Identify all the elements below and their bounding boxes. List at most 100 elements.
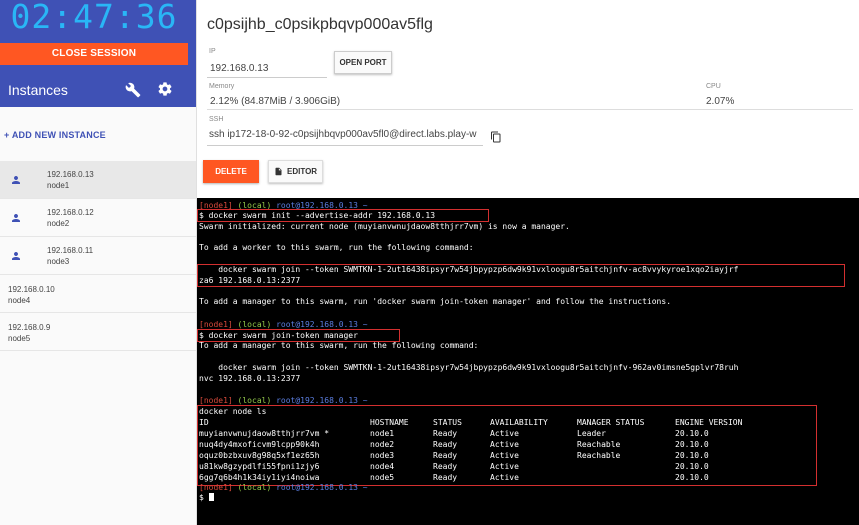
cell-id: nuq4dy4mxoficvm9lcpp90k4h — [199, 440, 320, 449]
cell-hostname: node2 — [370, 440, 395, 449]
cpu-value: 2.07% — [706, 96, 735, 107]
instance-ip: 192.168.0.12 — [47, 208, 94, 217]
prompt-user: root@192.168.0.13 ~ — [276, 320, 368, 329]
instance-hostname: node1 — [47, 181, 70, 190]
instance-list: 192.168.0.13 node1 192.168.0.12 node2 19… — [0, 161, 196, 351]
instance-hostname: node4 — [8, 296, 31, 305]
table-header-engine-version: ENGINE VERSION — [675, 418, 743, 427]
table-header-manager-status: MANAGER STATUS — [577, 418, 645, 427]
cell-status: Ready — [433, 451, 458, 460]
terminal-output: To add a manager to this swarm, run the … — [199, 341, 479, 350]
cell-engine-version: 20.10.0 — [675, 473, 709, 482]
close-session-button[interactable]: CLOSE SESSION — [0, 43, 188, 65]
cell-engine-version: 20.10.0 — [675, 462, 709, 471]
cell-manager-status: Reachable — [577, 440, 621, 449]
cell-engine-version: 20.10.0 — [675, 429, 709, 438]
cell-hostname: node4 — [370, 462, 395, 471]
instance-item-node2[interactable]: 192.168.0.12 node2 — [0, 199, 196, 237]
cell-hostname: node1 — [370, 429, 395, 438]
terminal-prompt: [node1] (local) root@192.168.0.13 ~ — [199, 483, 368, 493]
delete-button[interactable]: DELETE — [203, 160, 259, 183]
editor-button[interactable]: EDITOR — [268, 160, 323, 183]
instance-item-node4[interactable]: 192.168.0.10 node4 — [0, 275, 196, 313]
user-icon — [12, 214, 20, 222]
cell-status: Ready — [433, 429, 458, 438]
terminal-output: docker swarm join --token SWMTKN-1-2ut16… — [199, 363, 739, 372]
table-header-status: STATUS — [433, 418, 462, 427]
instance-ip: 192.168.0.13 — [47, 170, 94, 179]
ip-value: 192.168.0.13 — [210, 63, 269, 74]
ip-label: IP — [209, 48, 216, 55]
cell-status: Ready — [433, 473, 458, 482]
table-header-hostname: HOSTNAME — [370, 418, 409, 427]
prompt-user: root@192.168.0.13 ~ — [276, 483, 368, 492]
cell-hostname: node5 — [370, 473, 395, 482]
cell-manager-status: Leader — [577, 429, 606, 438]
prompt-local: (local) — [237, 396, 272, 405]
terminal-output: To add a worker to this swarm, run the f… — [199, 243, 474, 252]
cell-engine-version: 20.10.0 — [675, 440, 709, 449]
instance-item-node5[interactable]: 192.168.0.9 node5 — [0, 313, 196, 351]
cell-status: Ready — [433, 440, 458, 449]
cell-id: 6gg7q6b4h1k34iy1iyi4noiwa — [199, 473, 320, 482]
user-icon — [12, 252, 20, 260]
cell-availability: Active — [490, 429, 519, 438]
memory-value: 2.12% (84.87MiB / 3.906GiB) — [210, 96, 341, 107]
prompt-host: [node1] — [199, 483, 233, 492]
prompt-local: (local) — [237, 320, 272, 329]
cell-manager-status: Reachable — [577, 451, 621, 460]
cell-id: muyianvwnujdaow8tthjrr7vm * — [199, 429, 330, 438]
instances-title: Instances — [8, 82, 68, 98]
cell-status: Ready — [433, 462, 458, 471]
user-icon — [12, 176, 20, 184]
instance-name: c0psijhb_c0psikpbqvp000av5flg — [207, 16, 433, 33]
cell-id: u81kw8gzypdlfi55fpni1zjy6 — [199, 462, 320, 471]
prompt-symbol: $ — [199, 493, 204, 502]
terminal-input-line[interactable]: $ — [199, 493, 214, 503]
ssh-label: SSH — [209, 116, 224, 123]
cell-hostname: node3 — [370, 451, 395, 460]
instance-item-node3[interactable]: 192.168.0.11 node3 — [0, 237, 196, 275]
terminal-cursor — [208, 493, 214, 501]
file-icon — [275, 167, 282, 176]
sidebar-header: 02:47:36 CLOSE SESSION Instances — [0, 0, 196, 107]
instance-hostname: node5 — [8, 334, 31, 343]
instance-details-panel: c0psijhb_c0psikpbqvp000av5flg IP 192.168… — [197, 0, 859, 198]
wrench-icon[interactable] — [125, 82, 141, 98]
table-header-id: ID — [199, 418, 209, 427]
gear-icon[interactable] — [157, 81, 175, 99]
divider — [207, 109, 853, 110]
instance-ip: 192.168.0.11 — [47, 246, 94, 255]
ssh-command[interactable]: ssh ip172-18-0-92-c0psijhbqvp000av5fl0@d… — [209, 129, 481, 140]
editor-label: EDITOR — [287, 167, 318, 176]
table-header-availability: AVAILABILITY — [490, 418, 548, 427]
cell-id: oquz0bzbxuv8g98q5xf1ez65h — [199, 451, 320, 460]
terminal-output: To add a manager to this swarm, run 'doc… — [199, 297, 672, 306]
cell-availability: Active — [490, 440, 519, 449]
terminal[interactable]: [node1] (local) root@192.168.0.13 ~ $ do… — [197, 198, 859, 525]
instance-hostname: node3 — [47, 257, 70, 266]
cell-availability: Active — [490, 462, 519, 471]
terminal-output: nvc 192.168.0.13:2377 — [199, 374, 301, 383]
open-port-button[interactable]: OPEN PORT — [334, 51, 392, 74]
instance-ip: 192.168.0.10 — [8, 285, 55, 294]
instance-item-node1[interactable]: 192.168.0.13 node1 — [0, 161, 196, 199]
prompt-user: root@192.168.0.13 ~ — [276, 396, 368, 405]
cpu-label: CPU — [706, 83, 721, 90]
add-new-instance-button[interactable]: + ADD NEW INSTANCE — [4, 130, 106, 140]
copy-icon[interactable] — [490, 130, 502, 144]
instance-ip: 192.168.0.9 — [8, 323, 51, 332]
cell-availability: Active — [490, 473, 519, 482]
cell-engine-version: 20.10.0 — [675, 451, 709, 460]
highlight-box — [197, 264, 845, 287]
instance-hostname: node2 — [47, 219, 70, 228]
memory-label: Memory — [209, 83, 235, 90]
highlight-box — [197, 209, 489, 222]
terminal-output: Swarm initialized: current node (muyianv… — [199, 222, 570, 231]
sidebar: 02:47:36 CLOSE SESSION Instances + ADD N… — [0, 0, 197, 525]
prompt-host: [node1] — [199, 320, 233, 329]
ssh-field-underline — [207, 145, 483, 146]
cell-availability: Active — [490, 451, 519, 460]
session-timer: 02:47:36 — [10, 0, 178, 36]
terminal-command: docker node ls — [199, 407, 267, 416]
